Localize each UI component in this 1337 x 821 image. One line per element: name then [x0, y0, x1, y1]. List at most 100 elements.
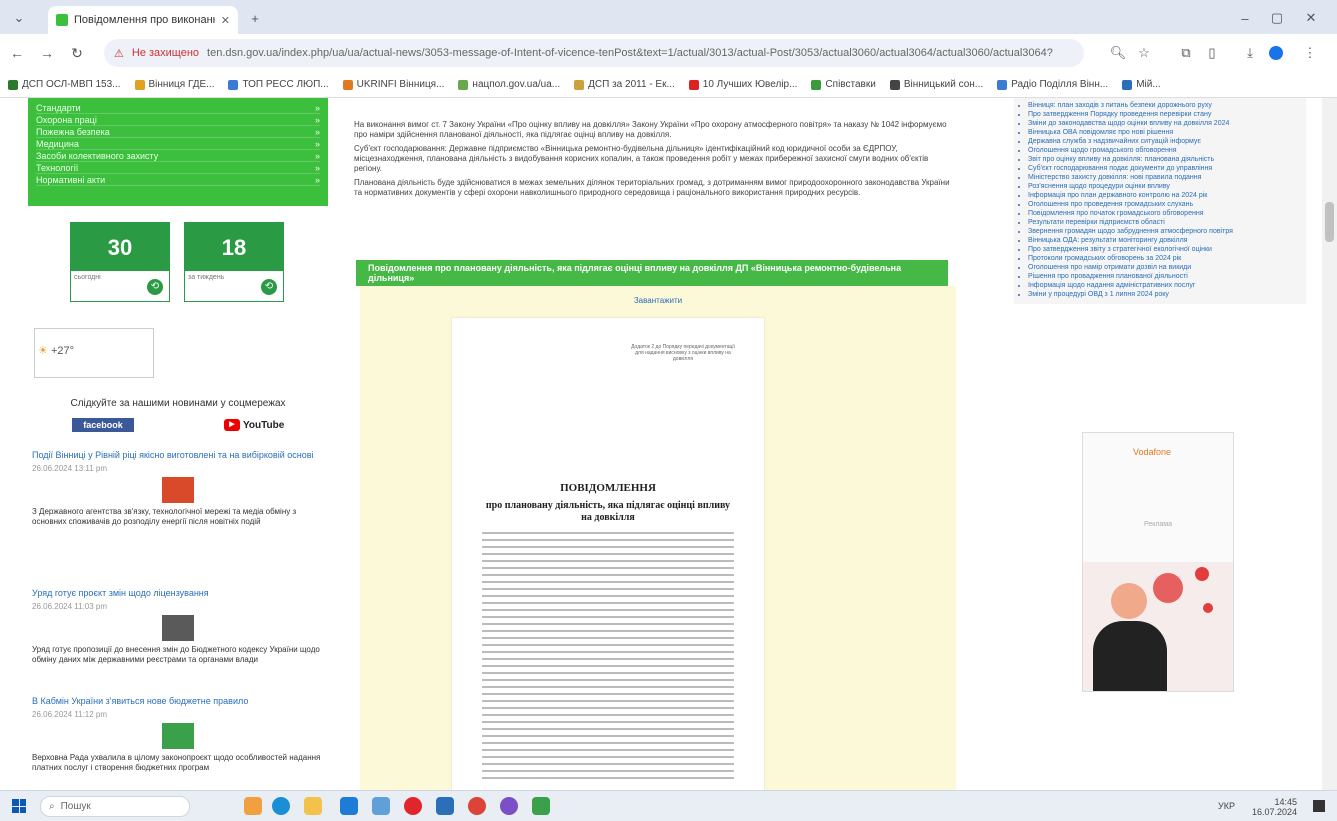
news-thumbnail[interactable]: [162, 615, 194, 641]
taskbar-app-mail[interactable]: [372, 797, 390, 815]
facebook-link[interactable]: facebook: [72, 418, 134, 432]
related-link[interactable]: Державна служба з надзвичайних ситуацій …: [1028, 138, 1300, 146]
download-icon[interactable]: ⤓: [1240, 43, 1260, 63]
profile-avatar-icon[interactable]: [1266, 43, 1286, 63]
category-menu-item[interactable]: Охорона праці»: [36, 114, 320, 126]
page-scrollbar[interactable]: [1322, 98, 1337, 790]
news-title-link[interactable]: Події Вінниці у Рівній ріці якісно вигот…: [32, 450, 324, 461]
taskbar-app-excel[interactable]: [532, 797, 550, 815]
bookmark-star-icon[interactable]: ☆: [1134, 43, 1154, 63]
related-link[interactable]: Про затвердження Порядку проведення пере…: [1028, 111, 1300, 119]
news-thumbnail[interactable]: [162, 723, 194, 749]
document-text-line: [482, 616, 734, 618]
counter-number: 30: [107, 235, 133, 260]
document-download-link[interactable]: Завантажити: [360, 296, 956, 305]
zoom-icon[interactable]: 🔍︎: [1108, 43, 1128, 63]
related-link[interactable]: Роз'яснення щодо процедури оцінки впливу: [1028, 183, 1300, 191]
taskbar-app-viber[interactable]: [500, 797, 518, 815]
notifications-icon[interactable]: [1313, 800, 1325, 812]
reload-button[interactable]: ↻: [64, 40, 90, 66]
related-link[interactable]: Інформація про план державного контролю …: [1028, 192, 1300, 200]
category-menu-item[interactable]: Засоби колективного захисту»: [36, 150, 320, 162]
news-text: Уряд готує пропозиції до внесення змін д…: [32, 645, 320, 664]
document-text-line: [482, 567, 734, 569]
related-link[interactable]: Зміни у процедурі ОВД з 1 липня 2024 рок…: [1028, 291, 1300, 299]
bookmark-item[interactable]: Співставки: [811, 79, 876, 90]
bookmark-item[interactable]: UKRINFI Вінниця...: [342, 79, 444, 90]
related-link[interactable]: Суб'єкт господарювання подає документи д…: [1028, 165, 1300, 173]
news-title-link[interactable]: В Кабмін України з'явиться нове бюджетне…: [32, 696, 324, 707]
bookmark-item[interactable]: ТОП РЕСС ЛЮП...: [228, 79, 329, 90]
taskbar-app-opera[interactable]: [404, 797, 422, 815]
taskbar-app-store[interactable]: [340, 797, 358, 815]
forward-button[interactable]: →: [34, 40, 60, 66]
related-link[interactable]: Міністерство захисту довкілля: нові прав…: [1028, 174, 1300, 182]
related-link[interactable]: Звернення громадян щодо забруднення атмо…: [1028, 228, 1300, 236]
bookmark-item[interactable]: 10 Лучших Ювелір...: [688, 79, 797, 90]
category-menu-item[interactable]: Нормативні акти»: [36, 174, 320, 186]
document-text-line: [482, 756, 734, 758]
document-appendix-note: Додаток 2 до Порядку передачі документац…: [631, 344, 735, 362]
chevron-right-icon: »: [314, 175, 320, 185]
bookmark-item[interactable]: Вінниця ГДЕ...: [134, 79, 214, 90]
maximize-button[interactable]: ▢: [1268, 9, 1286, 27]
taskbar-app-explorer[interactable]: [304, 797, 322, 815]
tab-close-icon[interactable]: ✕: [221, 14, 230, 27]
side-panel-icon[interactable]: ▯: [1202, 43, 1222, 63]
taskbar-app-chrome[interactable]: [468, 797, 486, 815]
related-link[interactable]: Оголошення про намір отримати дозвіл на …: [1028, 264, 1300, 272]
close-window-button[interactable]: ✕: [1302, 9, 1320, 27]
browser-tab[interactable]: Повідомлення про виконання ✕: [48, 6, 238, 34]
advertisement-banner[interactable]: Vodafone Реклама: [1082, 432, 1234, 692]
warning-icon: ⚠: [114, 47, 124, 60]
related-link[interactable]: Зміни до законодавства щодо оцінки вплив…: [1028, 120, 1300, 128]
bookmark-item[interactable]: Вінницький сон...: [889, 79, 983, 90]
menu-kebab-icon[interactable]: ⋮: [1300, 43, 1320, 63]
related-link[interactable]: Вінницька ОДА: результати моніторингу до…: [1028, 237, 1300, 245]
extensions-icon[interactable]: ⧉: [1176, 43, 1196, 63]
back-button[interactable]: ←: [4, 40, 30, 66]
bookmark-item[interactable]: Мій...: [1122, 79, 1161, 90]
tab-search-button[interactable]: ⌄: [10, 9, 28, 27]
related-link[interactable]: Протоколи громадських обговорень за 2024…: [1028, 255, 1300, 263]
bookmark-item[interactable]: ДСП за 2011 - Ек...: [574, 79, 675, 90]
bookmark-item[interactable]: Радіо Поділля Вінн...: [997, 79, 1108, 90]
bookmark-item[interactable]: нацпол.gov.ua/ua...: [458, 79, 560, 90]
taskbar-app-edge[interactable]: [272, 797, 290, 815]
category-menu-item[interactable]: Стандарти»: [36, 102, 320, 114]
document-text-line: [482, 609, 734, 611]
related-links-list: Вінниця: план заходів з питань безпеки д…: [1014, 98, 1306, 304]
category-menu-item[interactable]: Медицина»: [36, 138, 320, 150]
related-link[interactable]: Оголошення щодо громадського обговорення: [1028, 147, 1300, 155]
related-link[interactable]: Оголошення про проведення громадських сл…: [1028, 201, 1300, 209]
taskbar-search-box[interactable]: ⌕ Пошук: [40, 796, 190, 817]
category-menu-item[interactable]: Пожежна безпека»: [36, 126, 320, 138]
youtube-link[interactable]: ▶ YouTube: [224, 418, 286, 432]
system-tray[interactable]: УКР 14:45 16.07.2024: [1218, 797, 1297, 817]
address-url[interactable]: ten.dsn.gov.ua/index.php/ua/ua/actual-ne…: [207, 47, 1074, 59]
category-menu-item[interactable]: Технології»: [36, 162, 320, 174]
ad-image: [1083, 563, 1233, 691]
related-link[interactable]: Інформація щодо надання адміністративних…: [1028, 282, 1300, 290]
scrollbar-thumb[interactable]: [1325, 202, 1334, 242]
related-link[interactable]: Звіт про оцінку впливу на довкілля: план…: [1028, 156, 1300, 164]
new-tab-button[interactable]: +: [246, 9, 264, 27]
address-bar[interactable]: ⚠ Не захищено ten.dsn.gov.ua/index.php/u…: [104, 39, 1084, 67]
windows-start-icon[interactable]: [12, 799, 26, 813]
related-link[interactable]: Про затвердження звіту з стратегічної ек…: [1028, 246, 1300, 254]
bookmark-item[interactable]: ДСП ОСЛ-МВП 153...: [8, 79, 121, 90]
related-link[interactable]: Повідомлення про початок громадського об…: [1028, 210, 1300, 218]
weather-widget[interactable]: ☀ +27°: [34, 328, 154, 378]
related-link[interactable]: Вінниця: план заходів з питань безпеки д…: [1028, 102, 1300, 110]
document-page[interactable]: Додаток 2 до Порядку передачі документац…: [452, 318, 764, 790]
related-link[interactable]: Рішення про провадження планованої діяль…: [1028, 273, 1300, 281]
taskbar-app-calendar[interactable]: [436, 797, 454, 815]
minimize-button[interactable]: –: [1236, 9, 1254, 27]
related-link[interactable]: Результати перевірки підприємств області: [1028, 219, 1300, 227]
news-thumbnail[interactable]: [162, 477, 194, 503]
taskbar-app-weather[interactable]: [244, 797, 262, 815]
document-text-line: [482, 637, 734, 639]
document-text-line: [482, 560, 734, 562]
news-title-link[interactable]: Уряд готує проєкт змін щодо ліцензування: [32, 588, 324, 599]
related-link[interactable]: Вінницька ОВА повідомляє про нові рішенн…: [1028, 129, 1300, 137]
